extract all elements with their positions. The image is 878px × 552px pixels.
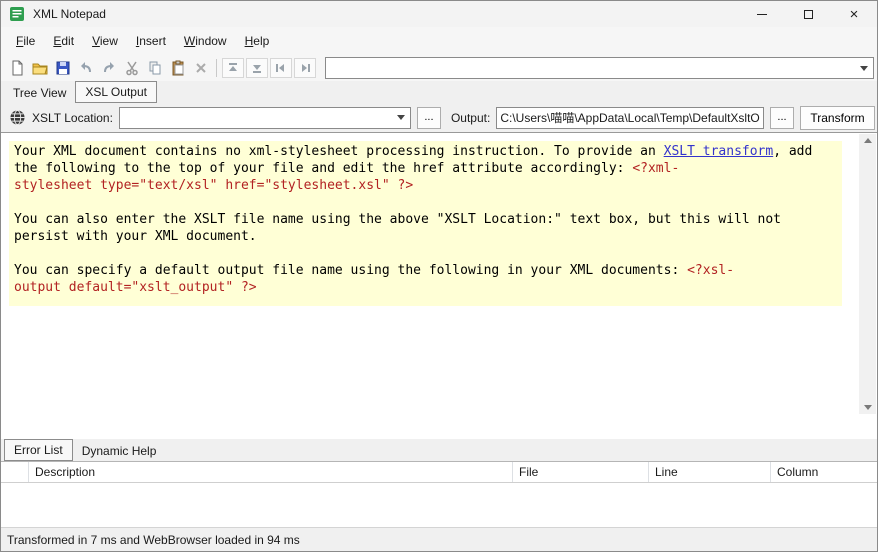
delete-button[interactable] [189, 57, 212, 79]
tab-dynamic-help[interactable]: Dynamic Help [73, 441, 166, 461]
nudge-up-icon [225, 60, 241, 76]
vertical-scrollbar[interactable] [859, 134, 876, 414]
output-path-input[interactable] [496, 107, 764, 129]
delete-icon [193, 60, 209, 76]
maximize-icon [804, 10, 813, 19]
status-text: Transformed in 7 ms and WebBrowser loade… [7, 533, 300, 547]
message-paragraph-2: You can also enter the XSLT file name us… [14, 211, 837, 245]
bottom-tabs: Error List Dynamic Help [1, 439, 877, 461]
open-file-button[interactable] [28, 57, 51, 79]
nudge-left-icon [273, 60, 289, 76]
copy-icon [147, 60, 163, 76]
menu-window[interactable]: Window [175, 29, 236, 53]
chevron-down-icon[interactable] [855, 66, 873, 71]
status-bar: Transformed in 7 ms and WebBrowser loade… [1, 527, 877, 551]
undo-icon [78, 60, 94, 76]
description-column-header[interactable]: Description [29, 462, 513, 482]
new-document-icon [9, 60, 25, 76]
redo-icon [101, 60, 117, 76]
menu-bar: File Edit View Insert Window Help [1, 27, 877, 55]
menu-edit[interactable]: Edit [44, 29, 83, 53]
output-browse-button[interactable]: ... [770, 107, 794, 129]
error-icon-column-header[interactable] [1, 462, 29, 482]
xml-notepad-window: XML Notepad × File Edit View Insert Wind… [0, 0, 878, 552]
save-button[interactable] [51, 57, 74, 79]
maximize-button[interactable] [785, 1, 831, 27]
app-icon [9, 6, 25, 22]
undo-button[interactable] [74, 57, 97, 79]
column-column-header[interactable]: Column [771, 462, 877, 482]
redo-button[interactable] [97, 57, 120, 79]
globe-icon [9, 109, 26, 126]
nudge-up-button[interactable] [222, 58, 244, 78]
close-icon: × [850, 7, 859, 22]
message-text: You can specify a default output file na… [14, 263, 687, 278]
paste-button[interactable] [166, 57, 189, 79]
xsl-output-message: Your XML document contains no xml-styles… [9, 141, 842, 306]
nudge-right-button[interactable] [294, 58, 316, 78]
menu-help[interactable]: Help [236, 29, 279, 53]
minimize-icon [757, 14, 767, 15]
paste-icon [170, 60, 186, 76]
xslt-browse-button[interactable]: ... [417, 107, 441, 129]
address-combobox[interactable] [325, 57, 874, 79]
nudge-right-icon [297, 60, 313, 76]
xsl-output-view: Your XML document contains no xml-styles… [1, 132, 877, 439]
scroll-up-icon[interactable] [864, 138, 872, 143]
cut-icon [124, 60, 140, 76]
file-column-header[interactable]: File [513, 462, 649, 482]
tab-error-list[interactable]: Error List [4, 439, 73, 461]
error-list-header: Description File Line Column [1, 461, 877, 483]
copy-button[interactable] [143, 57, 166, 79]
message-text: Your XML document contains no xml-styles… [14, 144, 664, 159]
menu-insert[interactable]: Insert [127, 29, 175, 53]
minimize-button[interactable] [739, 1, 785, 27]
title-bar: XML Notepad × [1, 1, 877, 27]
xslt-transform-link[interactable]: XSLT transform [664, 144, 774, 159]
xslt-toolbar: XSLT Location: ... Output: ... Transform [1, 103, 877, 132]
toolbar [1, 55, 877, 81]
message-paragraph-1: Your XML document contains no xml-styles… [14, 143, 837, 194]
error-list-body [1, 483, 877, 527]
tab-xsl-output[interactable]: XSL Output [75, 81, 157, 103]
line-column-header[interactable]: Line [649, 462, 771, 482]
chevron-down-icon[interactable] [392, 115, 410, 120]
cut-button[interactable] [120, 57, 143, 79]
new-document-button[interactable] [5, 57, 28, 79]
window-controls: × [739, 1, 877, 27]
output-label: Output: [451, 111, 490, 125]
xslt-location-label: XSLT Location: [32, 111, 113, 125]
window-title: XML Notepad [33, 7, 106, 21]
save-icon [55, 60, 71, 76]
nudge-down-button[interactable] [246, 58, 268, 78]
nudge-left-button[interactable] [270, 58, 292, 78]
menu-file[interactable]: File [7, 29, 44, 53]
nudge-down-icon [249, 60, 265, 76]
view-tabs: Tree View XSL Output [1, 81, 877, 103]
scroll-down-icon[interactable] [864, 405, 872, 410]
transform-button[interactable]: Transform [800, 106, 875, 130]
tab-tree-view[interactable]: Tree View [4, 83, 75, 103]
open-folder-icon [32, 60, 48, 76]
xslt-location-combobox[interactable] [119, 107, 411, 129]
menu-view[interactable]: View [83, 29, 127, 53]
close-button[interactable]: × [831, 1, 877, 27]
toolbar-separator [216, 59, 217, 77]
message-paragraph-3: You can specify a default output file na… [14, 262, 837, 296]
